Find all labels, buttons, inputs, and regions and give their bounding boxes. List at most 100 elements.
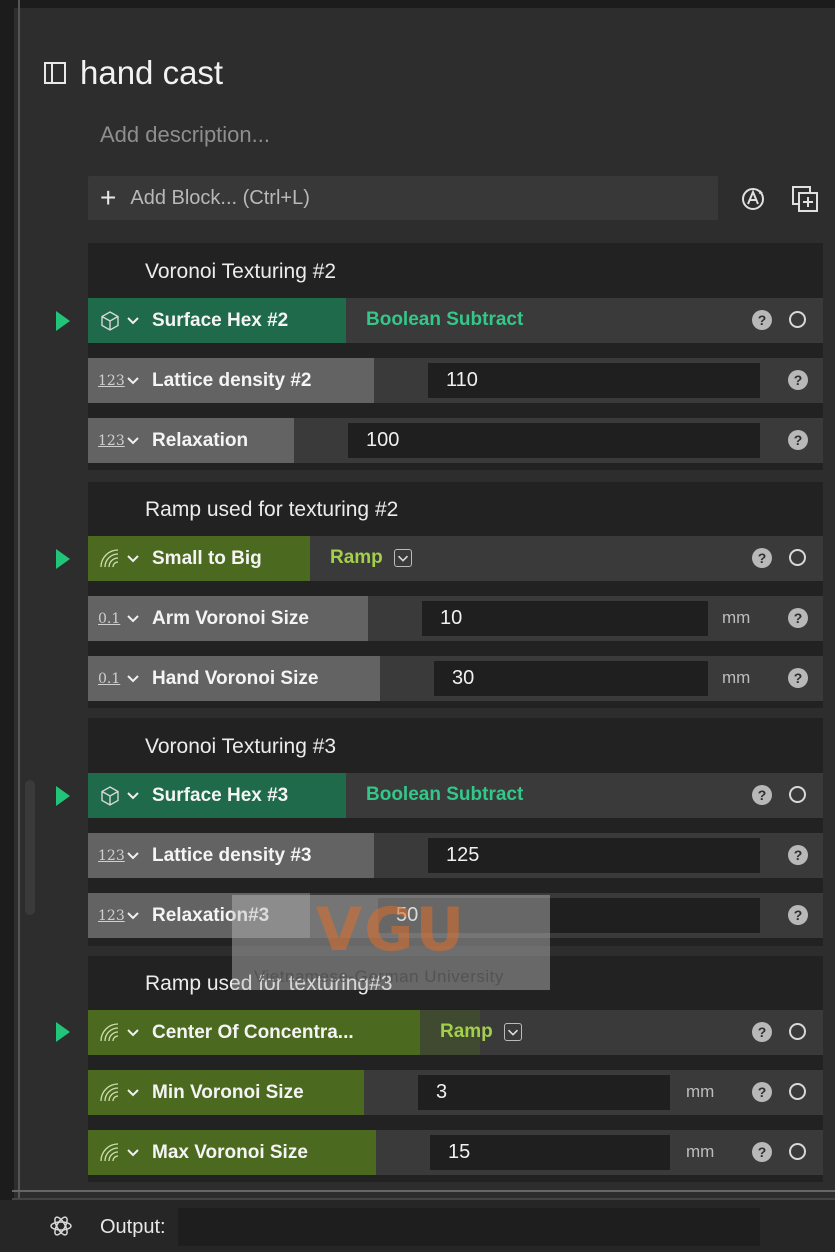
block-title[interactable]: hand cast <box>80 54 223 92</box>
ramp-param-row: Min Voronoi Size 3 mm ? <box>88 1070 823 1115</box>
add-group-icon[interactable] <box>790 184 820 214</box>
lattice-cube-icon <box>101 310 119 331</box>
chevron-down-icon[interactable] <box>126 314 140 328</box>
help-icon[interactable]: ? <box>752 548 772 568</box>
help-icon[interactable]: ? <box>788 608 808 628</box>
university-watermark: VGU Vietnamese-German University <box>232 895 550 990</box>
param-label[interactable]: Max Voronoi Size <box>88 1130 376 1175</box>
help-icon[interactable]: ? <box>788 905 808 925</box>
value-input[interactable]: 15 <box>430 1135 670 1170</box>
value-input[interactable]: 10 <box>422 601 708 636</box>
unit-label: mm <box>722 608 751 627</box>
param-name: Max Voronoi Size <box>152 1141 308 1163</box>
ramp-dropdown-icon[interactable] <box>394 549 412 567</box>
chevron-down-icon[interactable] <box>126 789 140 803</box>
param-label[interactable]: Min Voronoi Size <box>88 1070 364 1115</box>
auto-run-icon[interactable] <box>738 184 768 214</box>
help-icon[interactable]: ? <box>752 1082 772 1102</box>
sidebar-panel-icon[interactable] <box>44 62 66 84</box>
play-icon[interactable] <box>56 1022 70 1042</box>
group-title[interactable]: Voronoi Texturing #2 <box>145 260 336 284</box>
output-port-icon[interactable] <box>789 786 806 803</box>
output-field[interactable] <box>178 1208 760 1246</box>
help-icon[interactable]: ? <box>788 668 808 688</box>
chevron-down-icon[interactable] <box>126 1086 140 1100</box>
ramp-wave-icon <box>100 548 119 567</box>
block-title-row: hand cast <box>44 50 223 96</box>
scrollbar-thumb[interactable] <box>25 780 35 915</box>
description-field[interactable]: Add description... <box>100 122 270 148</box>
block-header-label[interactable]: Small to Big <box>88 536 310 581</box>
integer-type-icon: 123 <box>98 907 125 924</box>
param-label[interactable]: 123 Relaxation <box>88 418 294 463</box>
play-icon[interactable] <box>56 311 70 331</box>
param-name: Hand Voronoi Size <box>152 667 319 689</box>
output-port-icon[interactable] <box>789 1023 806 1040</box>
center-concentration-row: Center Of Concentra... Ramp ? <box>88 1010 823 1055</box>
param-label[interactable]: 123 Lattice density #2 <box>88 358 374 403</box>
value-input[interactable]: 100 <box>348 423 760 458</box>
help-icon[interactable]: ? <box>788 845 808 865</box>
operation-mode[interactable]: Boolean Subtract <box>366 309 523 331</box>
output-port-icon[interactable] <box>789 311 806 328</box>
chevron-down-icon[interactable] <box>126 909 140 923</box>
param-name: Relaxation <box>152 429 249 451</box>
chevron-down-icon[interactable] <box>126 672 140 686</box>
output-port-icon[interactable] <box>789 1143 806 1160</box>
integer-type-icon: 123 <box>98 847 125 864</box>
block-header-label[interactable]: Surface Hex #2 <box>88 298 346 343</box>
integer-type-icon: 123 <box>98 432 125 449</box>
param-name: Min Voronoi Size <box>152 1081 304 1103</box>
operation-mode[interactable]: Ramp <box>440 1021 493 1043</box>
group-title[interactable]: Ramp used for texturing #2 <box>145 498 398 522</box>
chevron-down-icon[interactable] <box>126 1026 140 1040</box>
unit-label: mm <box>686 1142 715 1161</box>
help-icon[interactable]: ? <box>788 430 808 450</box>
ramp-param-row: Max Voronoi Size 15 mm ? <box>88 1130 823 1175</box>
help-icon[interactable]: ? <box>788 370 808 390</box>
param-row: 123 Relaxation 100 ? <box>88 418 823 463</box>
value-input[interactable]: 3 <box>418 1075 670 1110</box>
watermark-logo: VGU <box>315 895 467 965</box>
block-name: Surface Hex #3 <box>152 784 289 806</box>
param-label[interactable]: 0.1 Hand Voronoi Size <box>88 656 380 701</box>
output-port-icon[interactable] <box>789 1083 806 1100</box>
param-label[interactable]: 123 Lattice density #3 <box>88 833 374 878</box>
help-icon[interactable]: ? <box>752 785 772 805</box>
chevron-down-icon[interactable] <box>126 849 140 863</box>
integer-type-icon: 123 <box>98 372 125 389</box>
chevron-down-icon[interactable] <box>126 374 140 388</box>
chevron-down-icon[interactable] <box>126 552 140 566</box>
chevron-down-icon[interactable] <box>126 434 140 448</box>
surface-hex-row: Surface Hex #3 Boolean Subtract ? <box>88 773 823 818</box>
ramp-wave-icon <box>100 1142 119 1161</box>
param-row: 123 Lattice density #3 125 ? <box>88 833 823 878</box>
add-block-button[interactable]: + Add Block... (Ctrl+L) <box>88 176 718 220</box>
value-input[interactable]: 110 <box>428 363 760 398</box>
panel-divider <box>18 0 20 1200</box>
group-title[interactable]: Voronoi Texturing #3 <box>145 735 336 759</box>
value-input[interactable]: 125 <box>428 838 760 873</box>
help-icon[interactable]: ? <box>752 1142 772 1162</box>
unit-label: mm <box>686 1082 715 1101</box>
param-label[interactable]: 0.1 Arm Voronoi Size <box>88 596 368 641</box>
ramp-dropdown-icon[interactable] <box>504 1023 522 1041</box>
play-icon[interactable] <box>56 786 70 806</box>
value-input[interactable]: 30 <box>434 661 708 696</box>
help-icon[interactable]: ? <box>752 310 772 330</box>
window-left-edge <box>0 0 14 1252</box>
divider <box>12 1190 835 1192</box>
output-port-icon[interactable] <box>789 549 806 566</box>
operation-mode[interactable]: Ramp <box>330 547 383 569</box>
operation-mode[interactable]: Boolean Subtract <box>366 784 523 806</box>
help-icon[interactable]: ? <box>752 1022 772 1042</box>
play-icon[interactable] <box>56 549 70 569</box>
block-header-label[interactable]: Surface Hex #3 <box>88 773 346 818</box>
chevron-down-icon[interactable] <box>126 1146 140 1160</box>
block-header-label[interactable]: Center Of Concentra... <box>88 1010 420 1055</box>
chevron-down-icon[interactable] <box>126 612 140 626</box>
plus-icon: + <box>100 182 117 213</box>
param-name: Lattice density #3 <box>152 844 312 866</box>
param-name: Lattice density #2 <box>152 369 312 391</box>
output-icon <box>50 1216 72 1236</box>
